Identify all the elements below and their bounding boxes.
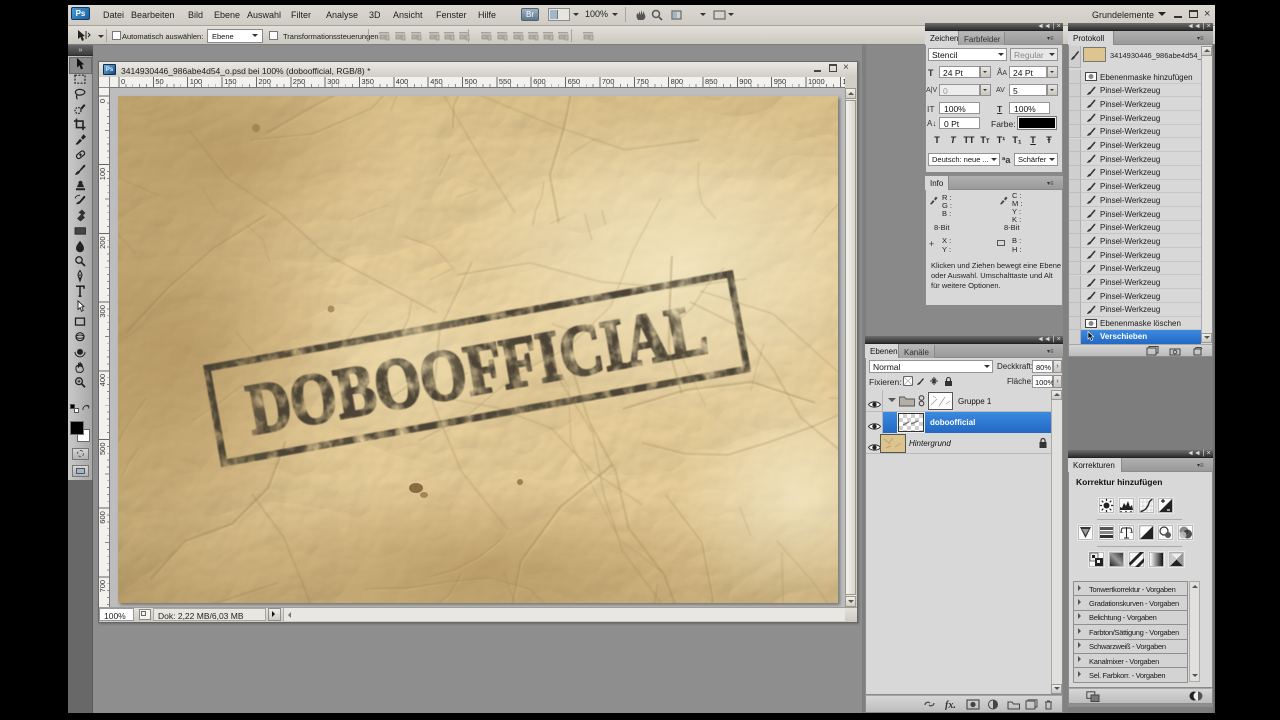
svg-text:350: 350 — [361, 77, 374, 86]
svg-text:150: 150 — [224, 77, 237, 86]
svg-text:850: 850 — [705, 77, 718, 86]
svg-text:200: 200 — [99, 236, 107, 249]
svg-text:550: 550 — [499, 77, 512, 86]
svg-text:300: 300 — [99, 305, 107, 318]
svg-text:500: 500 — [465, 77, 478, 86]
svg-text:fx.: fx. — [945, 700, 956, 710]
svg-text:650: 650 — [568, 77, 581, 86]
svg-text:450: 450 — [430, 77, 443, 86]
svg-text:100: 100 — [99, 168, 107, 181]
svg-text:0: 0 — [99, 99, 107, 103]
svg-text:100: 100 — [190, 77, 203, 86]
svg-text:200: 200 — [258, 77, 271, 86]
svg-text:750: 750 — [636, 77, 649, 86]
svg-text:50: 50 — [155, 77, 163, 86]
svg-text:700: 700 — [99, 580, 107, 593]
svg-text:1050: 1050 — [842, 77, 845, 86]
svg-text:800: 800 — [671, 77, 684, 86]
svg-text:500: 500 — [99, 443, 107, 456]
svg-text:700: 700 — [602, 77, 615, 86]
svg-text:250: 250 — [293, 77, 306, 86]
svg-text:600: 600 — [99, 511, 107, 524]
svg-text:400: 400 — [99, 374, 107, 387]
svg-text:950: 950 — [774, 77, 787, 86]
svg-text:900: 900 — [739, 77, 752, 86]
svg-text:600: 600 — [533, 77, 546, 86]
svg-text:300: 300 — [327, 77, 340, 86]
svg-text:400: 400 — [396, 77, 409, 86]
svg-text:1000: 1000 — [808, 77, 825, 86]
svg-text:0: 0 — [121, 77, 125, 86]
